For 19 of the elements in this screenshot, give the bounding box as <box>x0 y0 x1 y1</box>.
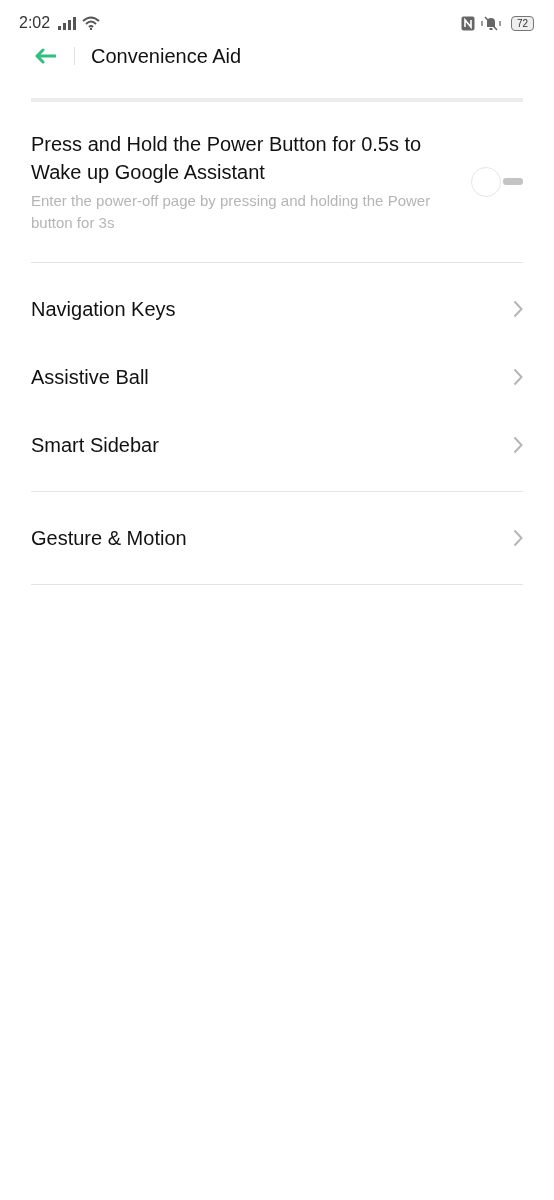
nfc-icon <box>460 15 475 31</box>
setting-title: Press and Hold the Power Button for 0.5s to Wake up Google Assistant <box>31 132 423 185</box>
chevron-right-icon <box>513 436 523 454</box>
chevron-right-icon <box>513 368 523 386</box>
battery-indicator: 72 <box>510 15 534 31</box>
wifi-icon <box>82 16 101 30</box>
back-arrow-icon[interactable] <box>34 48 56 64</box>
vibrate-mute-icon <box>480 15 501 31</box>
chevron-right-icon <box>513 300 523 318</box>
signal-icon <box>58 16 77 30</box>
chevron-right-icon <box>513 529 523 547</box>
menu-item[interactable]: Assistive Ball <box>31 343 523 411</box>
menu-item[interactable]: Navigation Keys <box>31 275 523 343</box>
toggle-switch[interactable] <box>471 167 523 197</box>
menu-item[interactable]: Gesture & Motion <box>31 504 523 572</box>
page-title: Convenience Aid <box>91 44 242 68</box>
status-time: 2:02 <box>19 14 51 32</box>
menu-item[interactable]: Smart Sidebar <box>31 411 523 479</box>
setting-description: Enter the power-off page by pressing and holding the Power button for 3s <box>31 191 432 233</box>
